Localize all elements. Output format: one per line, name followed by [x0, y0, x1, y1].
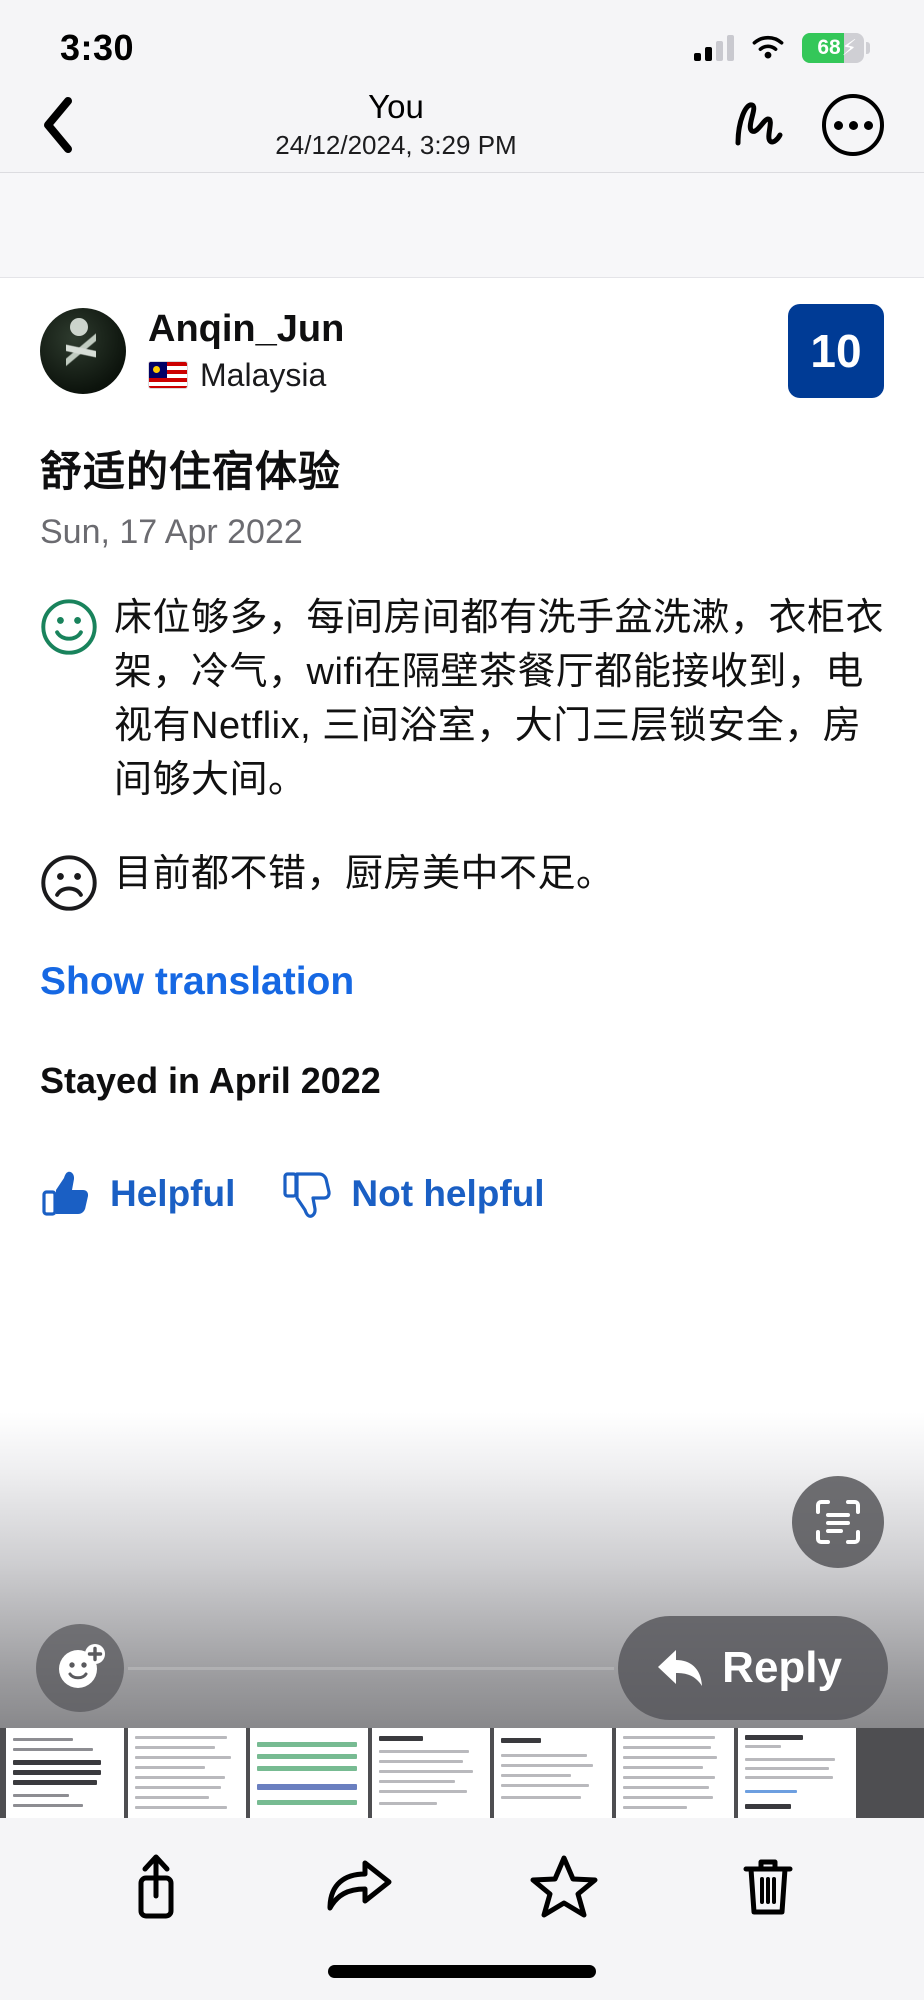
- reviewer-header: Anqin_Jun Malaysia 10: [40, 278, 884, 398]
- review-positive-section: 床位够多，每间房间都有洗手盆洗漱，衣柜衣架，冷气，wifi在隔壁茶餐厅都能接收到…: [40, 592, 884, 808]
- thumbs-up-icon: [42, 1171, 89, 1216]
- add-reaction-button[interactable]: [36, 1624, 124, 1712]
- list-item[interactable]: [250, 1728, 368, 1818]
- review-positive-text: 床位够多，每间房间都有洗手盆洗漱，衣柜衣架，冷气，wifi在隔壁茶餐厅都能接收到…: [114, 597, 885, 801]
- forward-arrow-icon: [327, 1860, 392, 1911]
- list-item[interactable]: [738, 1728, 856, 1818]
- markup-button[interactable]: [724, 93, 788, 158]
- review-date: Sun, 17 Apr 2022: [40, 513, 303, 551]
- reviewer-meta: Anqin_Jun Malaysia: [148, 308, 788, 394]
- review-score-badge: 10: [788, 304, 884, 398]
- list-item[interactable]: [372, 1728, 490, 1818]
- reply-button[interactable]: Reply: [618, 1616, 888, 1720]
- screenshot-thumbnail-strip[interactable]: [0, 1728, 924, 1818]
- status-bar-time: 3:30: [60, 27, 135, 68]
- helpful-button[interactable]: Helpful: [40, 1168, 235, 1220]
- list-item[interactable]: [616, 1728, 734, 1818]
- review-negative-section: 目前都不错，厨房美中不足。: [40, 848, 884, 912]
- live-text-button[interactable]: [792, 1476, 884, 1568]
- list-item[interactable]: [128, 1728, 246, 1818]
- reviewer-location: Malaysia: [148, 357, 788, 394]
- status-bar: 3:30 68 ⚡: [0, 0, 924, 78]
- trash-icon: [743, 1859, 793, 1915]
- delete-button[interactable]: [725, 1844, 811, 1930]
- list-item[interactable]: [6, 1728, 124, 1818]
- status-bar-indicators: 68 ⚡: [694, 33, 870, 63]
- star-outline-icon: [530, 1855, 598, 1918]
- screenshot-viewer-screen: 3:30 68 ⚡ You 24/12/2024, 3:29 PM Anqin_…: [0, 0, 924, 2000]
- review-negative-text: 目前都不错，厨房美中不足。: [114, 852, 615, 895]
- review-card: Anqin_Jun Malaysia 10 舒适的住宿体验 Sun, 17 Ap…: [0, 278, 924, 1220]
- list-item[interactable]: [494, 1728, 612, 1818]
- stayed-in-label: Stayed in April 2022: [40, 1059, 381, 1101]
- navigation-bar: You 24/12/2024, 3:29 PM: [0, 78, 924, 173]
- home-indicator: [328, 1965, 596, 1978]
- more-ellipsis-icon: [833, 120, 843, 130]
- reply-divider: [128, 1666, 615, 1670]
- reviewer-name: Anqin_Jun: [148, 308, 345, 351]
- page-title: You: [368, 87, 424, 125]
- thumbs-down-icon: [283, 1172, 332, 1218]
- reply-bar: Reply: [0, 1608, 924, 1728]
- cellular-signal-icon: [694, 35, 734, 61]
- smiley-sad-icon: [41, 855, 97, 911]
- battery-charging-icon: 68 ⚡: [802, 33, 870, 63]
- markup-squiggle-icon: [735, 102, 783, 145]
- flag-malaysia-icon: [148, 361, 188, 390]
- smiley-happy-icon: [41, 599, 97, 655]
- navigation-title-block: You 24/12/2024, 3:29 PM: [68, 88, 724, 163]
- reply-label: Reply: [722, 1643, 842, 1692]
- page-subtitle-timestamp: 24/12/2024, 3:29 PM: [275, 129, 517, 160]
- avatar: [40, 308, 126, 394]
- helpful-label: Helpful: [110, 1172, 236, 1214]
- screenshot-image-content[interactable]: Anqin_Jun Malaysia 10 舒适的住宿体验 Sun, 17 Ap…: [0, 173, 924, 2000]
- not-helpful-button[interactable]: Not helpful: [281, 1168, 545, 1220]
- reply-arrow-icon: [658, 1650, 703, 1686]
- navigation-actions: [724, 93, 884, 158]
- show-translation-link[interactable]: Show translation: [40, 960, 884, 1004]
- add-reaction-icon: [59, 1644, 105, 1688]
- share-button[interactable]: [113, 1844, 199, 1930]
- not-helpful-label: Not helpful: [351, 1172, 545, 1214]
- favorite-button[interactable]: [521, 1844, 607, 1930]
- forward-button[interactable]: [317, 1844, 403, 1930]
- wifi-icon: [752, 35, 784, 58]
- reviewer-country: Malaysia: [200, 356, 327, 393]
- review-vote-row: Helpful Not helpful: [40, 1168, 884, 1220]
- more-options-button[interactable]: [822, 94, 884, 156]
- share-upload-icon: [138, 1854, 174, 1919]
- live-text-scan-icon: [816, 1500, 860, 1544]
- review-title: 舒适的住宿体验: [40, 448, 342, 495]
